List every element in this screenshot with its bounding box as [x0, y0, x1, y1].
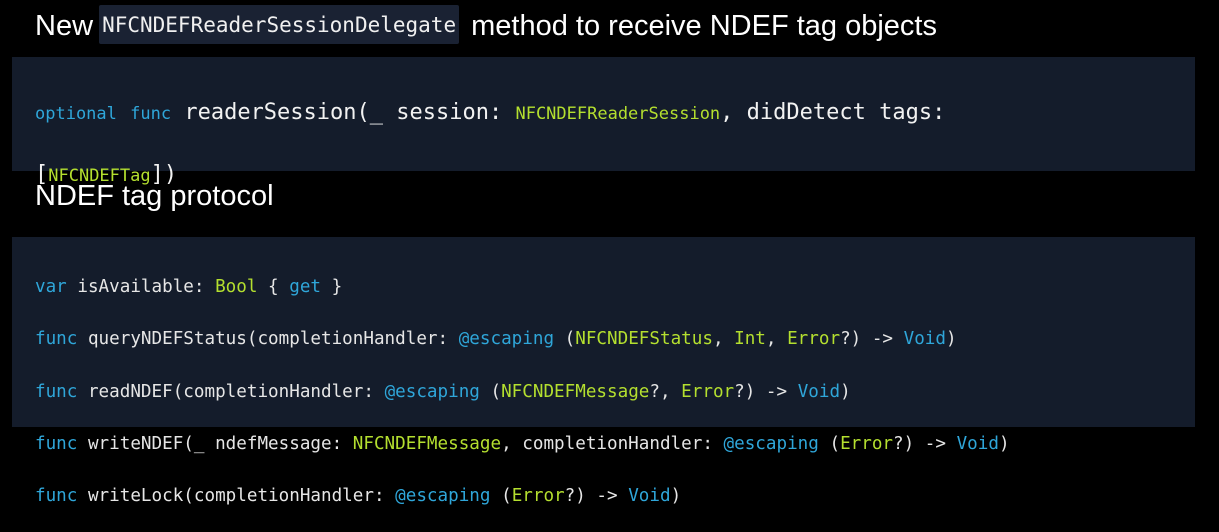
code-text: , [765, 329, 788, 350]
keyword-escaping: @escaping [723, 433, 819, 454]
code-text: ( [490, 486, 512, 507]
code-block-delegate: optional func readerSession(_ session: N… [12, 57, 1195, 187]
type-name: Bool [215, 277, 258, 297]
code-text: writeNDEF(_ ndefMessage: [77, 433, 353, 454]
code-line: func writeLock(completionHandler: @escap… [35, 480, 1195, 513]
type-name: Int [734, 329, 766, 350]
keyword-func: func [35, 381, 78, 402]
type-name: Error [840, 433, 894, 454]
heading-suffix: method to receive NDEF tag objects [463, 10, 937, 42]
code-text: queryNDEFStatus(completionHandler: [77, 329, 459, 350]
code-line: func queryNDEFStatus(completionHandler: … [35, 323, 1195, 356]
keyword-func: func [35, 433, 78, 454]
type-name: NFCNDEFReaderSession [515, 104, 721, 124]
heading-delegate-method: New NFCNDEFReaderSessionDelegate method … [35, 5, 937, 44]
code-text: isAvailable: [66, 277, 216, 297]
code-text: ?) -> [734, 381, 798, 402]
code-block-protocol: var isAvailable: Bool { get } func query… [12, 237, 1195, 506]
keyword-optional: optional [35, 104, 117, 124]
keyword-get: get [289, 277, 322, 297]
keyword-escaping: @escaping [395, 486, 491, 507]
keyword-func: func [130, 104, 172, 124]
code-text: ( [554, 329, 576, 350]
code-text: readerSession(_ session: [171, 100, 516, 125]
code-text: ?) -> [564, 486, 629, 507]
heading-inline-code: NFCNDEFReaderSessionDelegate [99, 5, 460, 44]
code-text: , completionHandler: [501, 433, 724, 454]
type-name: NFCNDEFStatus [575, 329, 713, 350]
code-text: , didDetect tags: [720, 100, 946, 125]
heading-ndef-tag-protocol: NDEF tag protocol [35, 180, 274, 212]
code-line: optional func readerSession(_ session: N… [35, 92, 1195, 135]
code-text: ?) -> [840, 329, 904, 350]
keyword-var: var [35, 277, 67, 297]
code-text: ) [998, 433, 1010, 454]
keyword-func: func [35, 486, 78, 507]
type-name: NFCNDEFMessage [352, 433, 502, 454]
type-name: Error [511, 486, 565, 507]
code-text: ( [479, 381, 502, 402]
keyword-escaping: @escaping [458, 329, 555, 350]
keyword-escaping: @escaping [384, 381, 480, 402]
heading-prefix: New [35, 10, 102, 42]
code-text: ?) -> [893, 433, 957, 454]
code-text: ) [670, 486, 682, 507]
keyword-func: func [35, 329, 78, 350]
code-text: ( [818, 433, 841, 454]
code-text: writeLock(completionHandler: [77, 486, 396, 507]
keyword-void: Void [903, 329, 946, 350]
type-name: Error [681, 381, 735, 402]
code-text: , [712, 329, 735, 350]
code-line: func writeNDEF(_ ndefMessage: NFCNDEFMes… [35, 428, 1195, 461]
keyword-void: Void [628, 486, 671, 507]
code-line: var isAvailable: Bool { get } [35, 271, 1195, 304]
keyword-void: Void [956, 433, 999, 454]
keyword-void: Void [797, 381, 841, 402]
code-text: } [321, 277, 343, 297]
code-text: readNDEF(completionHandler: [77, 381, 385, 402]
code-text: ?, [649, 381, 682, 402]
code-line: func readNDEF(completionHandler: @escapi… [35, 376, 1195, 409]
code-text: { [257, 277, 290, 297]
code-text: ) [840, 381, 851, 402]
type-name: Error [787, 329, 841, 350]
code-text: ) [946, 329, 957, 350]
type-name: NFCNDEFMessage [501, 381, 650, 402]
